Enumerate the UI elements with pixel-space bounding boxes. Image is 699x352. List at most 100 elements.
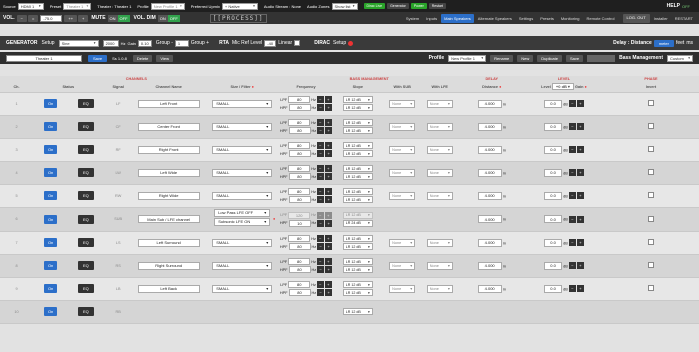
minus-button[interactable]: −	[317, 196, 325, 203]
level-plus-button[interactable]: +	[576, 285, 584, 292]
level-minus-button[interactable]: −	[568, 262, 576, 269]
plus-button[interactable]: +	[325, 196, 333, 203]
dim-on[interactable]: ON	[157, 14, 168, 22]
invert-checkbox[interactable]	[647, 146, 654, 152]
lpf-input[interactable]: 120	[288, 211, 311, 219]
slope-select[interactable]: LR 12 dB ▾	[342, 196, 373, 203]
on-button[interactable]: On	[43, 191, 58, 200]
level-plus-button[interactable]: +	[576, 100, 584, 107]
slope-select[interactable]: LR 12 dB ▾	[342, 235, 373, 242]
preset-select[interactable]: Theater 1 ▾	[63, 2, 92, 10]
minus-button[interactable]: −	[316, 188, 324, 195]
logout-button[interactable]: LOG. OUT	[622, 13, 650, 23]
distance-input[interactable]: 4.000	[477, 284, 502, 293]
size-select[interactable]: SMALL ▾	[212, 99, 273, 108]
preset-name-input[interactable]: Theater 1	[6, 54, 82, 62]
channel-name-input[interactable]: Right Surround	[137, 261, 200, 270]
on-button[interactable]: On	[43, 238, 58, 247]
plus-button[interactable]: +	[325, 289, 333, 296]
minus-button[interactable]: −	[316, 281, 324, 288]
on-button[interactable]: On	[43, 145, 58, 154]
level-input[interactable]: 0.0	[544, 191, 563, 200]
lpf-input[interactable]: 80	[288, 235, 311, 242]
with-sub-select[interactable]: None ▾	[389, 122, 416, 131]
gain-input[interactable]: 0.10	[137, 39, 152, 47]
plus-button[interactable]: +	[324, 142, 332, 149]
with-lfe-select[interactable]: None ▾	[426, 284, 453, 293]
level-input[interactable]: 0.0	[544, 145, 563, 154]
generator-type-select[interactable]: Sine ▾	[58, 39, 99, 47]
with-sub-select[interactable]: None ▾	[389, 238, 416, 247]
minus-button[interactable]: −	[316, 96, 324, 103]
slope-select[interactable]: LR 12 dB ▾	[342, 150, 373, 157]
minus-button[interactable]: −	[316, 119, 324, 126]
size-select[interactable]: SMALL ▾	[212, 238, 273, 247]
plus-button[interactable]: +	[324, 258, 332, 265]
minus-button[interactable]: −	[316, 142, 324, 149]
lpf-input[interactable]: 80	[288, 96, 311, 103]
duplicate-button[interactable]: Duplicate	[537, 54, 562, 62]
plus-button[interactable]: +	[324, 96, 332, 103]
ms-toggle[interactable]: ms	[686, 40, 693, 46]
dirac-live-badge[interactable]: Dirac Live	[363, 3, 386, 9]
level-minus-button[interactable]: −	[568, 100, 576, 107]
group-minus-button[interactable]: Group -	[156, 40, 173, 46]
rename-button[interactable]: Rename	[490, 54, 514, 62]
size-select[interactable]: SMALL ▾	[212, 122, 273, 131]
hpf-input[interactable]: 80	[288, 150, 311, 157]
hpf-input[interactable]: 10	[288, 219, 311, 227]
level-plus-button[interactable]: +	[576, 123, 584, 130]
level-plus-button[interactable]: +	[576, 215, 584, 223]
eq-button[interactable]: EQ	[77, 191, 94, 200]
hpf-input[interactable]: 80	[288, 196, 311, 203]
group-input[interactable]: 1	[174, 39, 189, 47]
on-button[interactable]: On	[43, 261, 58, 270]
level-minus-button[interactable]: −	[568, 169, 576, 176]
tab-settings[interactable]: Settings	[516, 14, 536, 23]
with-lfe-select[interactable]: None ▾	[426, 99, 453, 108]
on-button[interactable]: On	[43, 307, 58, 316]
level-input[interactable]: 0.0	[544, 168, 563, 177]
dim-off[interactable]: OFF	[167, 14, 180, 22]
eq-button[interactable]: EQ	[77, 122, 94, 131]
plus-button[interactable]: +	[324, 119, 332, 126]
with-sub-select[interactable]: None ▾	[389, 99, 416, 108]
slope-select[interactable]: LR 12 dB ▾	[342, 188, 373, 195]
slope-select[interactable]: LR 12 dB ▾	[342, 119, 373, 126]
help-label[interactable]: HELP	[667, 3, 680, 9]
eq-button[interactable]: EQ	[77, 307, 94, 316]
level-input[interactable]: 0.0	[544, 238, 563, 247]
invert-checkbox[interactable]	[647, 285, 654, 291]
plus-button[interactable]: +	[325, 104, 333, 111]
lfe-lowpass-select[interactable]: Low Pass LFE OFF ▾	[214, 208, 271, 217]
level-minus-button[interactable]: −	[568, 239, 576, 246]
lpf-input[interactable]: 80	[288, 165, 311, 172]
feet-toggle[interactable]: feet	[676, 40, 684, 46]
on-button[interactable]: On	[43, 122, 58, 131]
invert-checkbox[interactable]	[647, 215, 654, 222]
restart-badge[interactable]: Restart	[428, 3, 447, 9]
new-profile-button[interactable]: New	[517, 54, 534, 62]
with-lfe-select[interactable]: None ▾	[426, 238, 453, 247]
with-lfe-select[interactable]: None ▾	[426, 122, 453, 131]
channel-name-input[interactable]: Center Front	[137, 122, 200, 131]
profile-row-select[interactable]: New Profile 1 ▾	[448, 54, 487, 62]
distance-input[interactable]: 4.000	[477, 99, 502, 108]
plus-button[interactable]: +	[325, 266, 333, 273]
linear-checkbox[interactable]	[294, 40, 301, 46]
minus-button[interactable]: −	[317, 150, 325, 157]
minus-button[interactable]: −	[317, 127, 325, 134]
channel-name-input[interactable]: Right Front	[137, 145, 200, 154]
invert-checkbox[interactable]	[647, 239, 654, 245]
tab-remote-control[interactable]: Remote Control	[584, 14, 618, 23]
distance-input[interactable]: 4.000	[477, 261, 502, 270]
distance-input[interactable]: 4.000	[477, 168, 502, 177]
distance-input[interactable]: 4.000	[477, 238, 502, 247]
slope-select[interactable]: LR 12 dB ▾	[342, 289, 373, 296]
with-sub-select[interactable]: None ▾	[389, 191, 416, 200]
slope-select[interactable]: LR 12 dB ▾	[342, 258, 373, 265]
hpf-input[interactable]: 80	[288, 127, 311, 134]
level-input[interactable]: 0.0	[544, 284, 563, 293]
slope-select[interactable]: LR 12 dB ▾	[342, 104, 373, 111]
generator-setup[interactable]: Setup	[41, 40, 54, 46]
